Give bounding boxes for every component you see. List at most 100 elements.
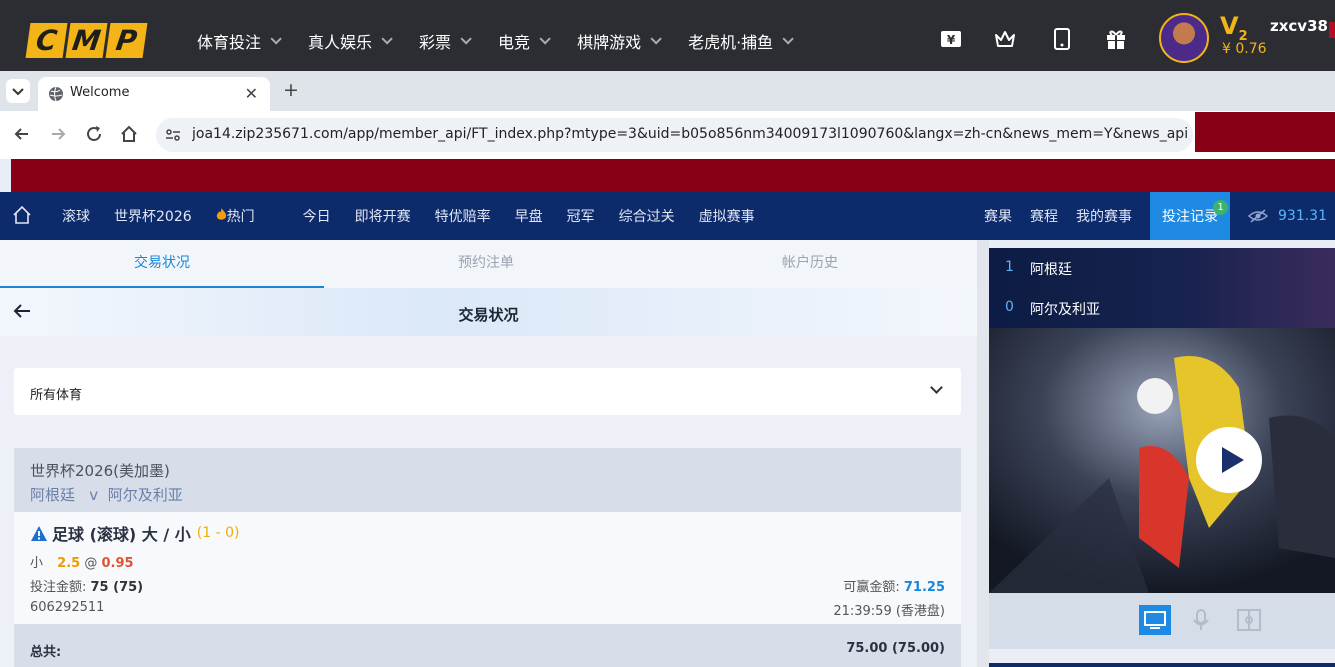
nav-in-play[interactable]: 滚球 [62, 206, 90, 226]
username[interactable]: zxcv38 [1270, 17, 1328, 35]
nav-item-lottery[interactable]: 彩票 [419, 29, 472, 53]
total-label: 总共: [30, 645, 62, 660]
selection: 小 [30, 556, 44, 571]
nav-upcoming[interactable]: 即将开赛 [355, 206, 411, 226]
chevron-down-icon [270, 33, 282, 45]
tab-transactions[interactable]: 交易状况 [0, 240, 324, 288]
nav-outright[interactable]: 冠军 [567, 206, 595, 226]
sports-nav: 滚球 世界杯2026 热门 今日 即将开赛 特优赔率 早盘 冠军 综合过关 虚拟… [0, 192, 1335, 240]
total-row: 总共: 75.00 (75.00) [14, 624, 961, 667]
panel-footer [989, 649, 1335, 667]
url-text: joa14.zip235671.com/app/member_api/FT_in… [192, 126, 1187, 142]
chevron-down-icon [930, 381, 943, 394]
tablet-icon[interactable] [1051, 28, 1073, 50]
footer-bar [989, 663, 1335, 667]
tab-account-history[interactable]: 帐户历史 [648, 240, 972, 288]
nav-today[interactable]: 今日 [303, 206, 331, 226]
nav-label: 体育投注 [197, 33, 262, 52]
avatar[interactable] [1159, 13, 1209, 63]
video-controls [989, 593, 1335, 649]
logo-letter: M [65, 23, 108, 58]
crown-icon[interactable] [994, 28, 1016, 50]
new-tab-button[interactable]: + [283, 79, 299, 101]
nav-parlay[interactable]: 综合过关 [619, 206, 675, 226]
vip-letter: V [1220, 12, 1239, 40]
tab-search-button[interactable] [6, 79, 30, 103]
tab-scheduled-bets[interactable]: 预约注单 [324, 240, 648, 288]
home-icon[interactable] [120, 125, 138, 143]
chevron-down-icon [460, 33, 472, 45]
nav-item-slots[interactable]: 老虎机·捕鱼 [688, 29, 794, 53]
globe-icon [49, 86, 63, 102]
potential-win-row: 可赢金额: 71.25 [843, 576, 945, 595]
bet-market: 足球 (滚球) 大 / 小 (1 - 0) [30, 521, 239, 545]
win-label: 可赢金额: [843, 580, 904, 595]
play-button[interactable] [1196, 427, 1262, 493]
nav-hot[interactable]: 热门 [216, 206, 279, 226]
away-team: 阿尔及利亚 [1030, 302, 1100, 318]
screen-mode-button[interactable] [1139, 605, 1171, 635]
nav-item-card-games[interactable]: 棋牌游戏 [577, 29, 662, 53]
back-arrow-icon[interactable] [13, 125, 31, 143]
flame-icon [216, 208, 226, 220]
bet-selection: 小 2.5 @ 0.95 [30, 552, 134, 571]
nav-hot-label: 热门 [226, 209, 255, 225]
sports-nav-left: 滚球 世界杯2026 热门 今日 即将开赛 特优赔率 早盘 冠军 综合过关 虚拟… [62, 192, 779, 240]
handicap: 2.5 [57, 556, 81, 571]
nav-world-cup[interactable]: 世界杯2026 [114, 206, 192, 226]
live-scoreboard: 1 阿根廷 0 阿尔及利亚 [989, 248, 1335, 328]
forward-arrow-icon[interactable] [49, 125, 67, 143]
nav-label: 棋牌游戏 [577, 33, 642, 52]
nav-bet-history[interactable]: 投注记录 1 [1150, 192, 1230, 240]
warning-icon [31, 525, 47, 541]
audio-mode-button[interactable] [1185, 605, 1217, 635]
nav-item-esports[interactable]: 电竞 [498, 29, 551, 53]
nav-results[interactable]: 赛果 [984, 206, 1012, 226]
bet-id: 606292511 [30, 600, 105, 615]
nav-item-live-casino[interactable]: 真人娱乐 [308, 29, 393, 53]
home-team: 阿根廷 [1030, 262, 1072, 278]
bet-time: 21:39:59 (香港盘) [833, 604, 945, 619]
field-mode-button[interactable] [1233, 605, 1265, 635]
match-teams: 阿根廷 v 阿尔及利亚 [30, 486, 183, 504]
nav-virtual[interactable]: 虚拟赛事 [699, 206, 755, 226]
reload-icon[interactable] [85, 125, 103, 143]
microphone-icon [1193, 609, 1209, 630]
sport-filter-dropdown[interactable]: 所有体育 [14, 368, 961, 415]
video-thumbnail [989, 328, 1335, 593]
live-panel: 1 阿根廷 0 阿尔及利亚 [989, 248, 1335, 667]
panel-divider [977, 240, 989, 667]
nav-my-events[interactable]: 我的赛事 [1076, 206, 1132, 226]
home-icon[interactable] [12, 205, 32, 225]
browser-tab[interactable]: Welcome ✕ [38, 77, 270, 111]
away-team-row: 0 阿尔及利亚 [1005, 299, 1100, 319]
nav-label: 老虎机·捕鱼 [688, 33, 774, 52]
pitch-icon [1237, 609, 1261, 631]
match-header: 世界杯2026(美加墨) 阿根廷 v 阿尔及利亚 [14, 448, 961, 512]
svg-text:¥: ¥ [947, 33, 956, 47]
logo-letter: P [105, 23, 148, 58]
home-team-row: 1 阿根廷 [1005, 259, 1072, 279]
nav-item-sports[interactable]: 体育投注 [197, 29, 282, 53]
stake-value: 75 (75) [90, 580, 144, 595]
site-info-icon[interactable] [165, 127, 181, 143]
count-badge: 1 [1213, 200, 1228, 215]
close-tab-icon[interactable]: ✕ [245, 84, 258, 103]
nav-schedule[interactable]: 赛程 [1030, 206, 1058, 226]
ticket-icon[interactable]: ¥ [940, 28, 962, 50]
red-banner [11, 159, 1335, 192]
eye-off-icon[interactable] [1248, 208, 1268, 224]
nav-special-odds[interactable]: 特优赔率 [435, 206, 491, 226]
bet-slip: 足球 (滚球) 大 / 小 (1 - 0) 小 2.5 @ 0.95 投注金额:… [14, 512, 961, 624]
gift-icon[interactable] [1105, 28, 1127, 50]
account-balance: ¥ 0.76 [1222, 41, 1267, 57]
stake-label: 投注金额: [30, 580, 91, 595]
address-bar[interactable]: joa14.zip235671.com/app/member_api/FT_in… [156, 118, 1193, 152]
red-marker [1329, 22, 1335, 38]
chevron-down-icon [782, 33, 794, 45]
red-overlay [1195, 112, 1335, 152]
nav-early[interactable]: 早盘 [515, 206, 543, 226]
away-score: 0 [1005, 299, 1014, 315]
live-video[interactable] [989, 328, 1335, 593]
cmp-logo[interactable]: C M P [25, 23, 148, 58]
